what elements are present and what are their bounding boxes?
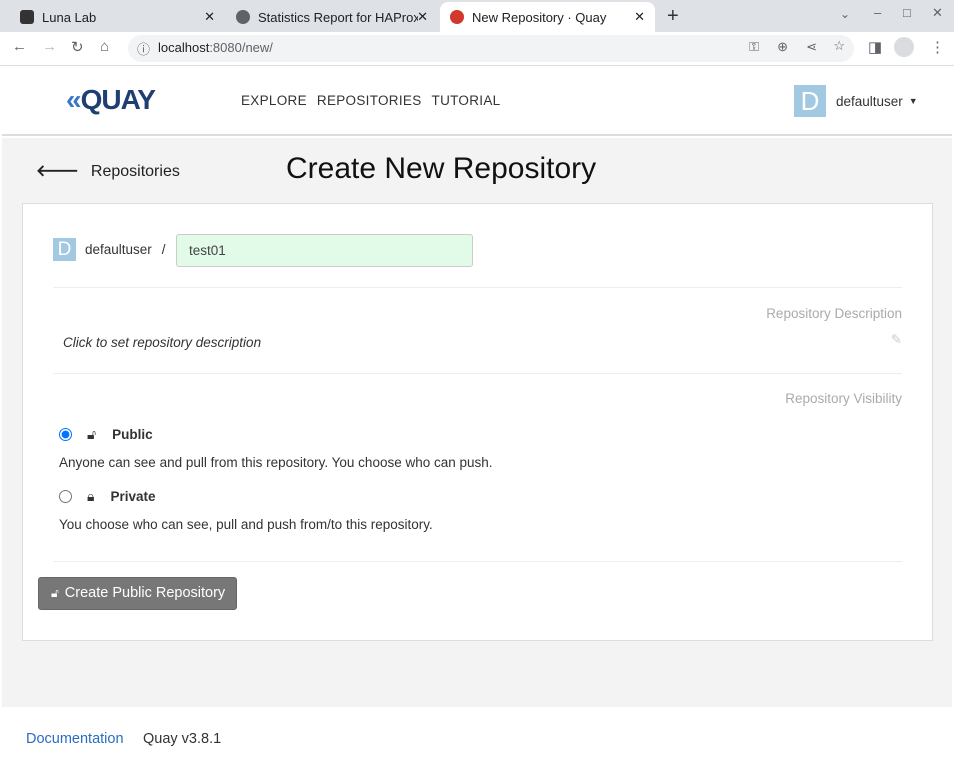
quay-logo[interactable]: «QUAY <box>66 84 156 116</box>
nav-explore[interactable]: EXPLORE <box>241 93 307 108</box>
new-tab-button[interactable]: + <box>667 5 679 28</box>
tab-quay[interactable]: New Repository · Quay ✕ <box>440 2 655 32</box>
back-label: Repositories <box>90 163 180 180</box>
reload-icon[interactable]: ↻ <box>71 38 84 56</box>
zoom-icon[interactable]: ⊕ <box>777 39 788 55</box>
username: defaultuser <box>836 93 903 109</box>
browser-toolbar: ← → ↻ ⌂ ⓘ localhost:8080/new/ ⚿ ⊕ ⋖ ☆ ◨ ⋮ <box>0 32 954 66</box>
edit-icon[interactable]: ✎ <box>891 332 902 348</box>
unlock-icon: 🔓︎ <box>87 426 97 442</box>
create-repo-form: D defaultuser / Repository Description C… <box>22 203 933 641</box>
tab-bar: Luna Lab ✕ Statistics Report for HAProxy ✕… <box>0 0 954 32</box>
tab-title: Luna Lab <box>42 9 97 25</box>
private-radio[interactable] <box>59 490 72 503</box>
forward-icon[interactable]: → <box>42 38 57 55</box>
nav-repositories[interactable]: REPOSITORIES <box>317 93 422 108</box>
menu-icon[interactable]: ⋮ <box>930 38 945 56</box>
globe-icon <box>236 10 250 24</box>
key-icon[interactable]: ⚿ <box>749 39 759 55</box>
description-editor[interactable]: Click to set repository description <box>63 335 261 350</box>
close-tab-icon[interactable]: ✕ <box>634 9 645 25</box>
page-title: Create New Repository <box>286 152 597 185</box>
quay-navbar: «QUAY EXPLORE REPOSITORIES TUTORIAL Ddefau… <box>2 66 952 136</box>
tab-haproxy[interactable]: Statistics Report for HAProxy ✕ <box>226 2 438 32</box>
address-bar[interactable]: ⓘ localhost:8080/new/ ⚿ ⊕ ⋖ ☆ <box>128 35 854 62</box>
user-menu[interactable]: Ddefaultuser ▼ <box>794 85 918 117</box>
minimize-button[interactable]: – <box>874 5 881 20</box>
separator: / <box>161 242 166 257</box>
lock-icon: 🔒︎ <box>87 488 95 504</box>
private-label: Private <box>110 489 156 504</box>
avatar: D <box>794 85 826 117</box>
main-content: 🡐 Repositories Create New Repository D de… <box>2 138 952 707</box>
luna-favicon-icon <box>20 10 34 24</box>
namespace-avatar: D <box>53 238 76 261</box>
unlock-icon: 🔓︎ <box>51 586 59 600</box>
info-icon: ⓘ <box>137 42 151 57</box>
divider <box>53 287 902 288</box>
close-tab-icon[interactable]: ✕ <box>204 9 215 25</box>
namespace-label: defaultuser <box>85 242 152 257</box>
nav-tutorial[interactable]: TUTORIAL <box>432 93 501 108</box>
back-icon[interactable]: ← <box>12 38 27 55</box>
back-to-repositories[interactable]: 🡐 Repositories <box>36 160 180 181</box>
side-panel-icon[interactable]: ◨ <box>868 38 882 56</box>
description-heading: Repository Description <box>766 306 902 321</box>
share-icon[interactable]: ⋖ <box>806 39 817 55</box>
tab-luna-lab[interactable]: Luna Lab ✕ <box>10 2 225 32</box>
footer: Documentation Quay v3.8.1 <box>2 707 952 770</box>
divider <box>53 373 902 374</box>
caret-down-icon: ▼ <box>908 96 918 106</box>
maximize-button[interactable]: □ <box>903 5 911 20</box>
repository-name-input[interactable] <box>176 234 473 267</box>
tab-search-chevron-icon[interactable]: ⌄ <box>840 7 850 21</box>
public-radio[interactable] <box>59 428 72 441</box>
public-label: Public <box>112 427 153 442</box>
version-label: Quay v3.8.1 <box>143 731 222 747</box>
arrow-left-icon: 🡐 <box>36 163 79 180</box>
url-path: :8080/new/ <box>209 40 273 55</box>
private-description: You choose who can see, pull and push fr… <box>59 517 433 532</box>
button-label: Create Public Repository <box>64 585 226 601</box>
documentation-link[interactable]: Documentation <box>26 731 124 747</box>
url-host: localhost <box>158 40 210 55</box>
home-icon[interactable]: ⌂ <box>100 38 109 55</box>
logo-text: QUAY <box>80 84 156 115</box>
create-repository-button[interactable]: 🔓︎ Create Public Repository <box>38 577 237 610</box>
tab-title: Statistics Report for HAProxy <box>258 9 418 25</box>
visibility-heading: Repository Visibility <box>785 391 902 406</box>
quay-favicon-icon <box>450 10 464 24</box>
divider <box>53 561 902 562</box>
tab-title: New Repository · Quay <box>472 9 607 25</box>
public-description: Anyone can see and pull from this reposi… <box>59 455 493 470</box>
close-tab-icon[interactable]: ✕ <box>417 9 428 25</box>
profile-icon[interactable] <box>894 37 914 57</box>
bookmark-star-icon[interactable]: ☆ <box>833 38 845 54</box>
close-window-button[interactable]: ✕ <box>932 5 943 21</box>
